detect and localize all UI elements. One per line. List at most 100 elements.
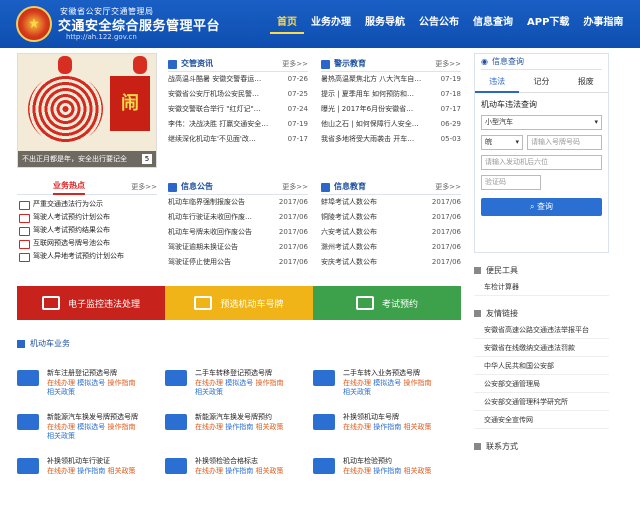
news-item[interactable]: 提示 | 夏季用车 如何预防和… 07-18 <box>321 87 461 102</box>
violation-processing-button[interactable]: 电子监控违法处理 <box>17 286 165 320</box>
service-link[interactable]: 模拟选号 <box>77 379 105 387</box>
news-item[interactable]: 机动车号牌未收回作废公告 2017/06 <box>168 225 308 240</box>
service-link[interactable]: 操作指南 <box>107 379 135 387</box>
news-item[interactable]: 战高温斗酷暑 安徽交警春运… 07-26 <box>168 72 308 87</box>
online-handle-link[interactable]: 在线办理 <box>195 379 223 387</box>
news-item[interactable]: 安徽交警联合举行 "红灯记"… 07-24 <box>168 102 308 117</box>
vehicle-type-select[interactable]: 小型汽车 ▾ <box>481 115 602 130</box>
more-link[interactable]: 更多>> <box>282 59 308 69</box>
online-handle-link[interactable]: 在线办理 <box>47 423 75 431</box>
nav-business[interactable]: 业务办理 <box>304 12 358 34</box>
news-item[interactable]: 滁州考试人数公布 2017/06 <box>321 240 461 255</box>
service-link[interactable]: 相关政策 <box>255 423 283 431</box>
news-item[interactable]: 机动车临界强制报废公告 2017/06 <box>168 195 308 210</box>
news-item[interactable]: 安庆考试人数公布 2017/06 <box>321 255 461 270</box>
banner-caption[interactable]: 不出正月都是年，安全出行要记全 <box>18 151 156 167</box>
news-item[interactable]: 机动车行驶证未收回作废… 2017/06 <box>168 210 308 225</box>
news-item[interactable]: 互联网预选号牌号池公布 <box>17 237 157 250</box>
engine-input[interactable]: 请输入发动机后六位 <box>481 155 602 170</box>
service-link[interactable]: 操作指南 <box>225 467 253 475</box>
car-icon <box>17 339 25 348</box>
friend-link[interactable]: 公安部交通管理局 <box>474 375 609 393</box>
query-button[interactable]: ⌕ 查询 <box>481 198 602 216</box>
banner-page-indicator[interactable]: 5 <box>142 154 152 164</box>
friend-link[interactable]: 公安部交通管理科学研究所 <box>474 393 609 411</box>
more-link[interactable]: 更多>> <box>282 182 308 192</box>
friend-link[interactable]: 交通安全宣传网 <box>474 411 609 429</box>
exam-booking-button[interactable]: 考试预约 <box>313 286 461 320</box>
service-link[interactable]: 相关政策 <box>107 467 135 475</box>
nav-announcements[interactable]: 公告公布 <box>412 12 466 34</box>
online-handle-link[interactable]: 在线办理 <box>343 467 371 475</box>
news-item[interactable]: 驾驶人考试预约结果公布 <box>17 224 157 237</box>
news-item[interactable]: 曝光 | 2017年6月份安徽省… 07-17 <box>321 102 461 117</box>
tool-link[interactable]: 车检计算器 <box>474 278 609 296</box>
plate-preselect-button[interactable]: 预选机动车号牌 <box>165 286 313 320</box>
nav-app-download[interactable]: APP下载 <box>520 12 576 34</box>
news-item[interactable]: 严重交通违法行为公示 <box>17 198 157 211</box>
tab-violation[interactable]: 违法 <box>475 72 520 93</box>
captcha-input[interactable]: 验证码 <box>481 175 541 190</box>
policy-link[interactable]: 相关政策 <box>195 387 223 397</box>
service-link[interactable]: 操作指南 <box>373 467 401 475</box>
service-item[interactable]: 补换领检验合格标志 在线办理 操作指南 相关政策 <box>165 456 310 492</box>
online-handle-link[interactable]: 在线办理 <box>195 423 223 431</box>
news-item[interactable]: 驾驶人考试预约计划公布 <box>17 211 157 224</box>
province-select[interactable]: 皖 ▾ <box>481 135 523 150</box>
service-link[interactable]: 模拟选号 <box>373 379 401 387</box>
news-item[interactable]: 驾驶证停止使用公告 2017/06 <box>168 255 308 270</box>
more-link[interactable]: 更多>> <box>435 59 461 69</box>
news-item[interactable]: 暑热高温聚焦北方 八大汽车自… 07-19 <box>321 72 461 87</box>
online-handle-link[interactable]: 在线办理 <box>195 467 223 475</box>
service-link[interactable]: 操作指南 <box>403 379 431 387</box>
service-link[interactable]: 操作指南 <box>107 423 135 431</box>
online-handle-link[interactable]: 在线办理 <box>47 467 75 475</box>
service-link[interactable]: 相关政策 <box>403 423 431 431</box>
news-item[interactable]: 六安考试人数公布 2017/06 <box>321 225 461 240</box>
service-link[interactable]: 操作指南 <box>77 467 105 475</box>
news-item[interactable]: 蚌埠考试人数公布 2017/06 <box>321 195 461 210</box>
news-item[interactable]: 李伟：决战决胜 打赢交通安全… 07-19 <box>168 117 308 132</box>
plate-input[interactable]: 请输入号牌号码 <box>527 135 602 150</box>
online-handle-link[interactable]: 在线办理 <box>47 379 75 387</box>
news-banner[interactable]: 闹 不出正月都是年，安全出行要记全 5 <box>17 53 157 168</box>
more-link[interactable]: 更多>> <box>435 182 461 192</box>
more-link[interactable]: 更多>> <box>131 182 157 192</box>
service-item[interactable]: 补换领机动车号牌 在线办理 操作指南 相关政策 <box>313 412 458 448</box>
tab-scrap[interactable]: 报废 <box>563 72 608 93</box>
news-item[interactable]: 驾驶证逾期未换证公告 2017/06 <box>168 240 308 255</box>
policy-link[interactable]: 相关政策 <box>47 387 75 397</box>
service-link[interactable]: 操作指南 <box>225 423 253 431</box>
friend-link[interactable]: 中华人民共和国公安部 <box>474 357 609 375</box>
service-link[interactable]: 相关政策 <box>403 467 431 475</box>
service-link[interactable]: 模拟选号 <box>77 423 105 431</box>
service-item[interactable]: 新能源汽车换发号牌预选号牌 在线办理 模拟选号 操作指南 相关政策 <box>17 412 162 448</box>
news-item[interactable]: 继续深化机动车'不见面'改… 07-17 <box>168 132 308 147</box>
nav-service-guide[interactable]: 服务导航 <box>358 12 412 34</box>
online-handle-link[interactable]: 在线办理 <box>343 423 371 431</box>
policy-link[interactable]: 相关政策 <box>343 387 371 397</box>
service-link[interactable]: 相关政策 <box>255 467 283 475</box>
service-item[interactable]: 二手车转入业务预选号牌 在线办理 模拟选号 操作指南 相关政策 <box>313 368 458 404</box>
tab-points[interactable]: 记分 <box>519 72 564 93</box>
news-item[interactable]: 他山之石 | 如何保障行人安全… 06-29 <box>321 117 461 132</box>
news-item[interactable]: 铜陵考试人数公布 2017/06 <box>321 210 461 225</box>
news-item[interactable]: 我省多地将受大雨袭击 开车… 05-03 <box>321 132 461 147</box>
service-item[interactable]: 新车注册登记预选号牌 在线办理 模拟选号 操作指南 相关政策 <box>17 368 162 404</box>
friend-link[interactable]: 安徽省高速公路交通违法举报平台 <box>474 321 609 339</box>
friend-link[interactable]: 安徽省在线缴纳交通违法罚款 <box>474 339 609 357</box>
news-item[interactable]: 安徽省公安厅机场公安民警… 07-25 <box>168 87 308 102</box>
service-link[interactable]: 模拟选号 <box>225 379 253 387</box>
service-item[interactable]: 机动车检验预约 在线办理 操作指南 相关政策 <box>313 456 458 492</box>
nav-home[interactable]: 首页 <box>270 12 304 34</box>
online-handle-link[interactable]: 在线办理 <box>343 379 371 387</box>
service-item[interactable]: 补换领机动车行驶证 在线办理 操作指南 相关政策 <box>17 456 162 492</box>
news-item[interactable]: 驾驶人异地考试预约计划公布 <box>17 250 157 263</box>
service-item[interactable]: 新能源汽车换发号牌预约 在线办理 操作指南 相关政策 <box>165 412 310 448</box>
service-item[interactable]: 二手车转移登记预选号牌 在线办理 模拟选号 操作指南 相关政策 <box>165 368 310 404</box>
service-link[interactable]: 操作指南 <box>373 423 401 431</box>
nav-guide[interactable]: 办事指南 <box>576 12 630 34</box>
policy-link[interactable]: 相关政策 <box>47 431 75 441</box>
service-link[interactable]: 操作指南 <box>255 379 283 387</box>
nav-info-query[interactable]: 信息查询 <box>466 12 520 34</box>
